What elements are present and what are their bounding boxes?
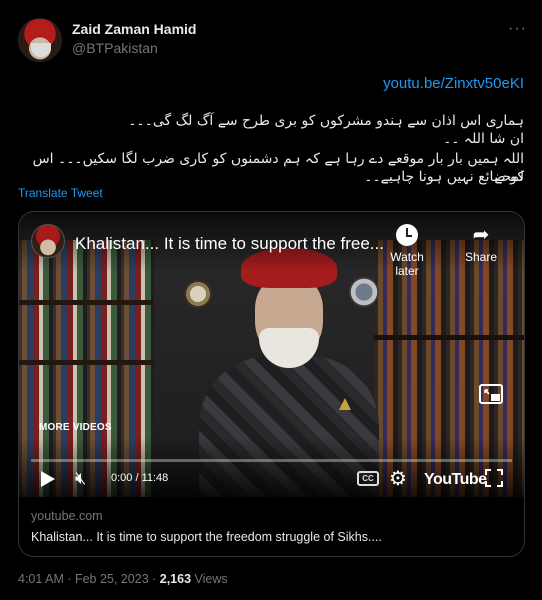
tweet-text-line-2: ان شا اللہ ۔۔ (443, 131, 524, 147)
card-title: Khalistan... It is time to support the f… (31, 530, 382, 544)
tweet-text-line-1: ہماری اس اذان سے ہندو مشرکوں کو بری طرح … (128, 113, 524, 129)
views-label: Views (191, 572, 228, 586)
tweet-link[interactable]: youtu.be/Zinxtv50eKI (383, 75, 524, 92)
card-domain: youtube.com (31, 509, 103, 523)
author-name[interactable]: Zaid Zaman Hamid (72, 21, 196, 37)
picture-in-picture-icon[interactable] (479, 384, 503, 406)
views-count: 2,163 (159, 572, 192, 586)
author-handle[interactable]: @BTPakistan (72, 40, 158, 56)
share-button[interactable]: ➦ Share (459, 224, 503, 264)
fullscreen-icon[interactable] (485, 469, 503, 487)
mute-icon[interactable]: 🔇︎ (75, 468, 86, 489)
captions-button[interactable]: CC (357, 471, 379, 486)
youtube-logo[interactable]: YouTube (424, 471, 487, 489)
video-time: 0:00 / 11:48 (111, 472, 169, 484)
video-title[interactable]: Khalistan... It is time to support the f… (75, 234, 384, 254)
translate-tweet-link[interactable]: Translate Tweet (18, 186, 103, 200)
watch-later-label: Watch later (390, 250, 424, 278)
progress-bar[interactable] (31, 459, 512, 462)
clock-icon (396, 224, 418, 246)
player-controls: 🔇︎ 0:00 / 11:48 CC ⚙ YouTube (19, 465, 524, 495)
play-icon[interactable] (41, 471, 55, 487)
tweet-timestamp[interactable]: 4:01 AM · Feb 25, 2023 · (18, 572, 160, 586)
share-arrow-icon: ➦ (472, 224, 490, 246)
share-label: Share (464, 250, 498, 264)
tweet-text-line-4: کو ضائع نہیں ہونا چاہیے۔۔ (364, 169, 524, 185)
tweet: Zaid Zaman Hamid @BTPakistan ··· youtu.b… (0, 0, 542, 600)
more-options-icon[interactable]: ··· (508, 20, 527, 38)
video-player[interactable]: Khalistan... It is time to support the f… (19, 212, 524, 497)
channel-avatar[interactable] (31, 224, 65, 258)
more-videos-label[interactable]: MORE VIDEOS (39, 422, 112, 433)
tweet-footer: 4:01 AM · Feb 25, 2023 · 2,163 Views (18, 572, 228, 586)
youtube-card[interactable]: Khalistan... It is time to support the f… (18, 211, 525, 557)
watch-later-button[interactable]: Watch later (379, 224, 435, 278)
card-meta[interactable]: youtube.com Khalistan... It is time to s… (31, 509, 382, 544)
author-avatar[interactable] (18, 18, 62, 62)
gear-icon[interactable]: ⚙ (389, 466, 407, 491)
